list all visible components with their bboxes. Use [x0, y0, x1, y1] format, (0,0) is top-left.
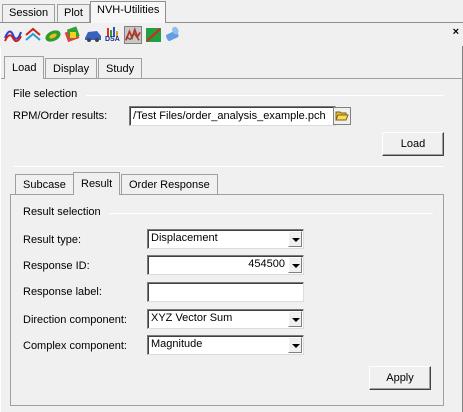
- chevron-down-icon[interactable]: [288, 257, 302, 273]
- top-tab-bar: Session Plot NVH-Utilities: [0, 0, 463, 23]
- tab-plot[interactable]: Plot: [57, 4, 90, 22]
- response-label-label: Response label:: [23, 286, 102, 298]
- complex-component-select[interactable]: Magnitude: [147, 335, 304, 355]
- file-selection-heading: File selection: [13, 88, 78, 100]
- file-selection-divider: [86, 95, 444, 96]
- direction-component-label: Direction component:: [23, 314, 127, 326]
- model-icon[interactable]: [44, 26, 62, 44]
- tab-result[interactable]: Result: [73, 172, 121, 195]
- plot-icon[interactable]: [145, 26, 163, 44]
- direction-component-select[interactable]: XYZ Vector Sum: [147, 309, 304, 329]
- result-type-label: Result type:: [23, 234, 82, 246]
- chevron-down-icon[interactable]: [288, 337, 302, 353]
- response-id-value: 454500: [248, 258, 285, 270]
- dsa-label: DSA: [105, 36, 120, 43]
- response-id-label: Response ID:: [23, 260, 90, 272]
- direction-component-value: XYZ Vector Sum: [151, 312, 233, 324]
- result-selection-divider: [109, 213, 433, 214]
- response-id-select[interactable]: 454500: [147, 255, 304, 275]
- close-icon[interactable]: ×: [453, 26, 459, 38]
- diagnostics-icon[interactable]: [64, 26, 82, 44]
- tab-nvh-utilities[interactable]: NVH-Utilities: [90, 1, 167, 23]
- result-type-select[interactable]: Displacement: [147, 229, 304, 249]
- tab-study[interactable]: Study: [98, 58, 143, 78]
- tab-session[interactable]: Session: [2, 4, 56, 22]
- complex-component-value: Magnitude: [151, 338, 203, 350]
- order-icon[interactable]: [124, 26, 142, 44]
- curve-icon[interactable]: [4, 26, 22, 44]
- load-button[interactable]: Load: [382, 132, 444, 156]
- main-panel: Load Display Study File selection RPM/Or…: [0, 46, 463, 412]
- tab-order-response[interactable]: Order Response: [121, 174, 218, 194]
- wave-icon[interactable]: [24, 26, 42, 44]
- panel-divider: [13, 166, 444, 167]
- nvh-toolbar: DSA ×: [0, 22, 463, 46]
- rpm-order-field[interactable]: /Test Files/order_analysis_example.pch: [129, 106, 336, 126]
- chevron-down-icon[interactable]: [288, 311, 302, 327]
- folder-open-icon[interactable]: [333, 107, 351, 125]
- result-type-value: Displacement: [151, 232, 218, 244]
- tab-subcase[interactable]: Subcase: [15, 174, 74, 194]
- cylinder-icon[interactable]: [164, 26, 182, 44]
- rpm-order-label: RPM/Order results:: [13, 110, 108, 122]
- car-icon[interactable]: [84, 26, 102, 44]
- dsa-icon[interactable]: DSA: [104, 26, 122, 44]
- result-selection-heading: Result selection: [23, 206, 101, 218]
- response-label-field[interactable]: [147, 282, 304, 302]
- tab-display[interactable]: Display: [45, 58, 98, 78]
- apply-button[interactable]: Apply: [369, 366, 431, 390]
- chevron-down-icon[interactable]: [288, 231, 302, 247]
- tab-load[interactable]: Load: [4, 56, 45, 79]
- complex-component-label: Complex component:: [23, 340, 127, 352]
